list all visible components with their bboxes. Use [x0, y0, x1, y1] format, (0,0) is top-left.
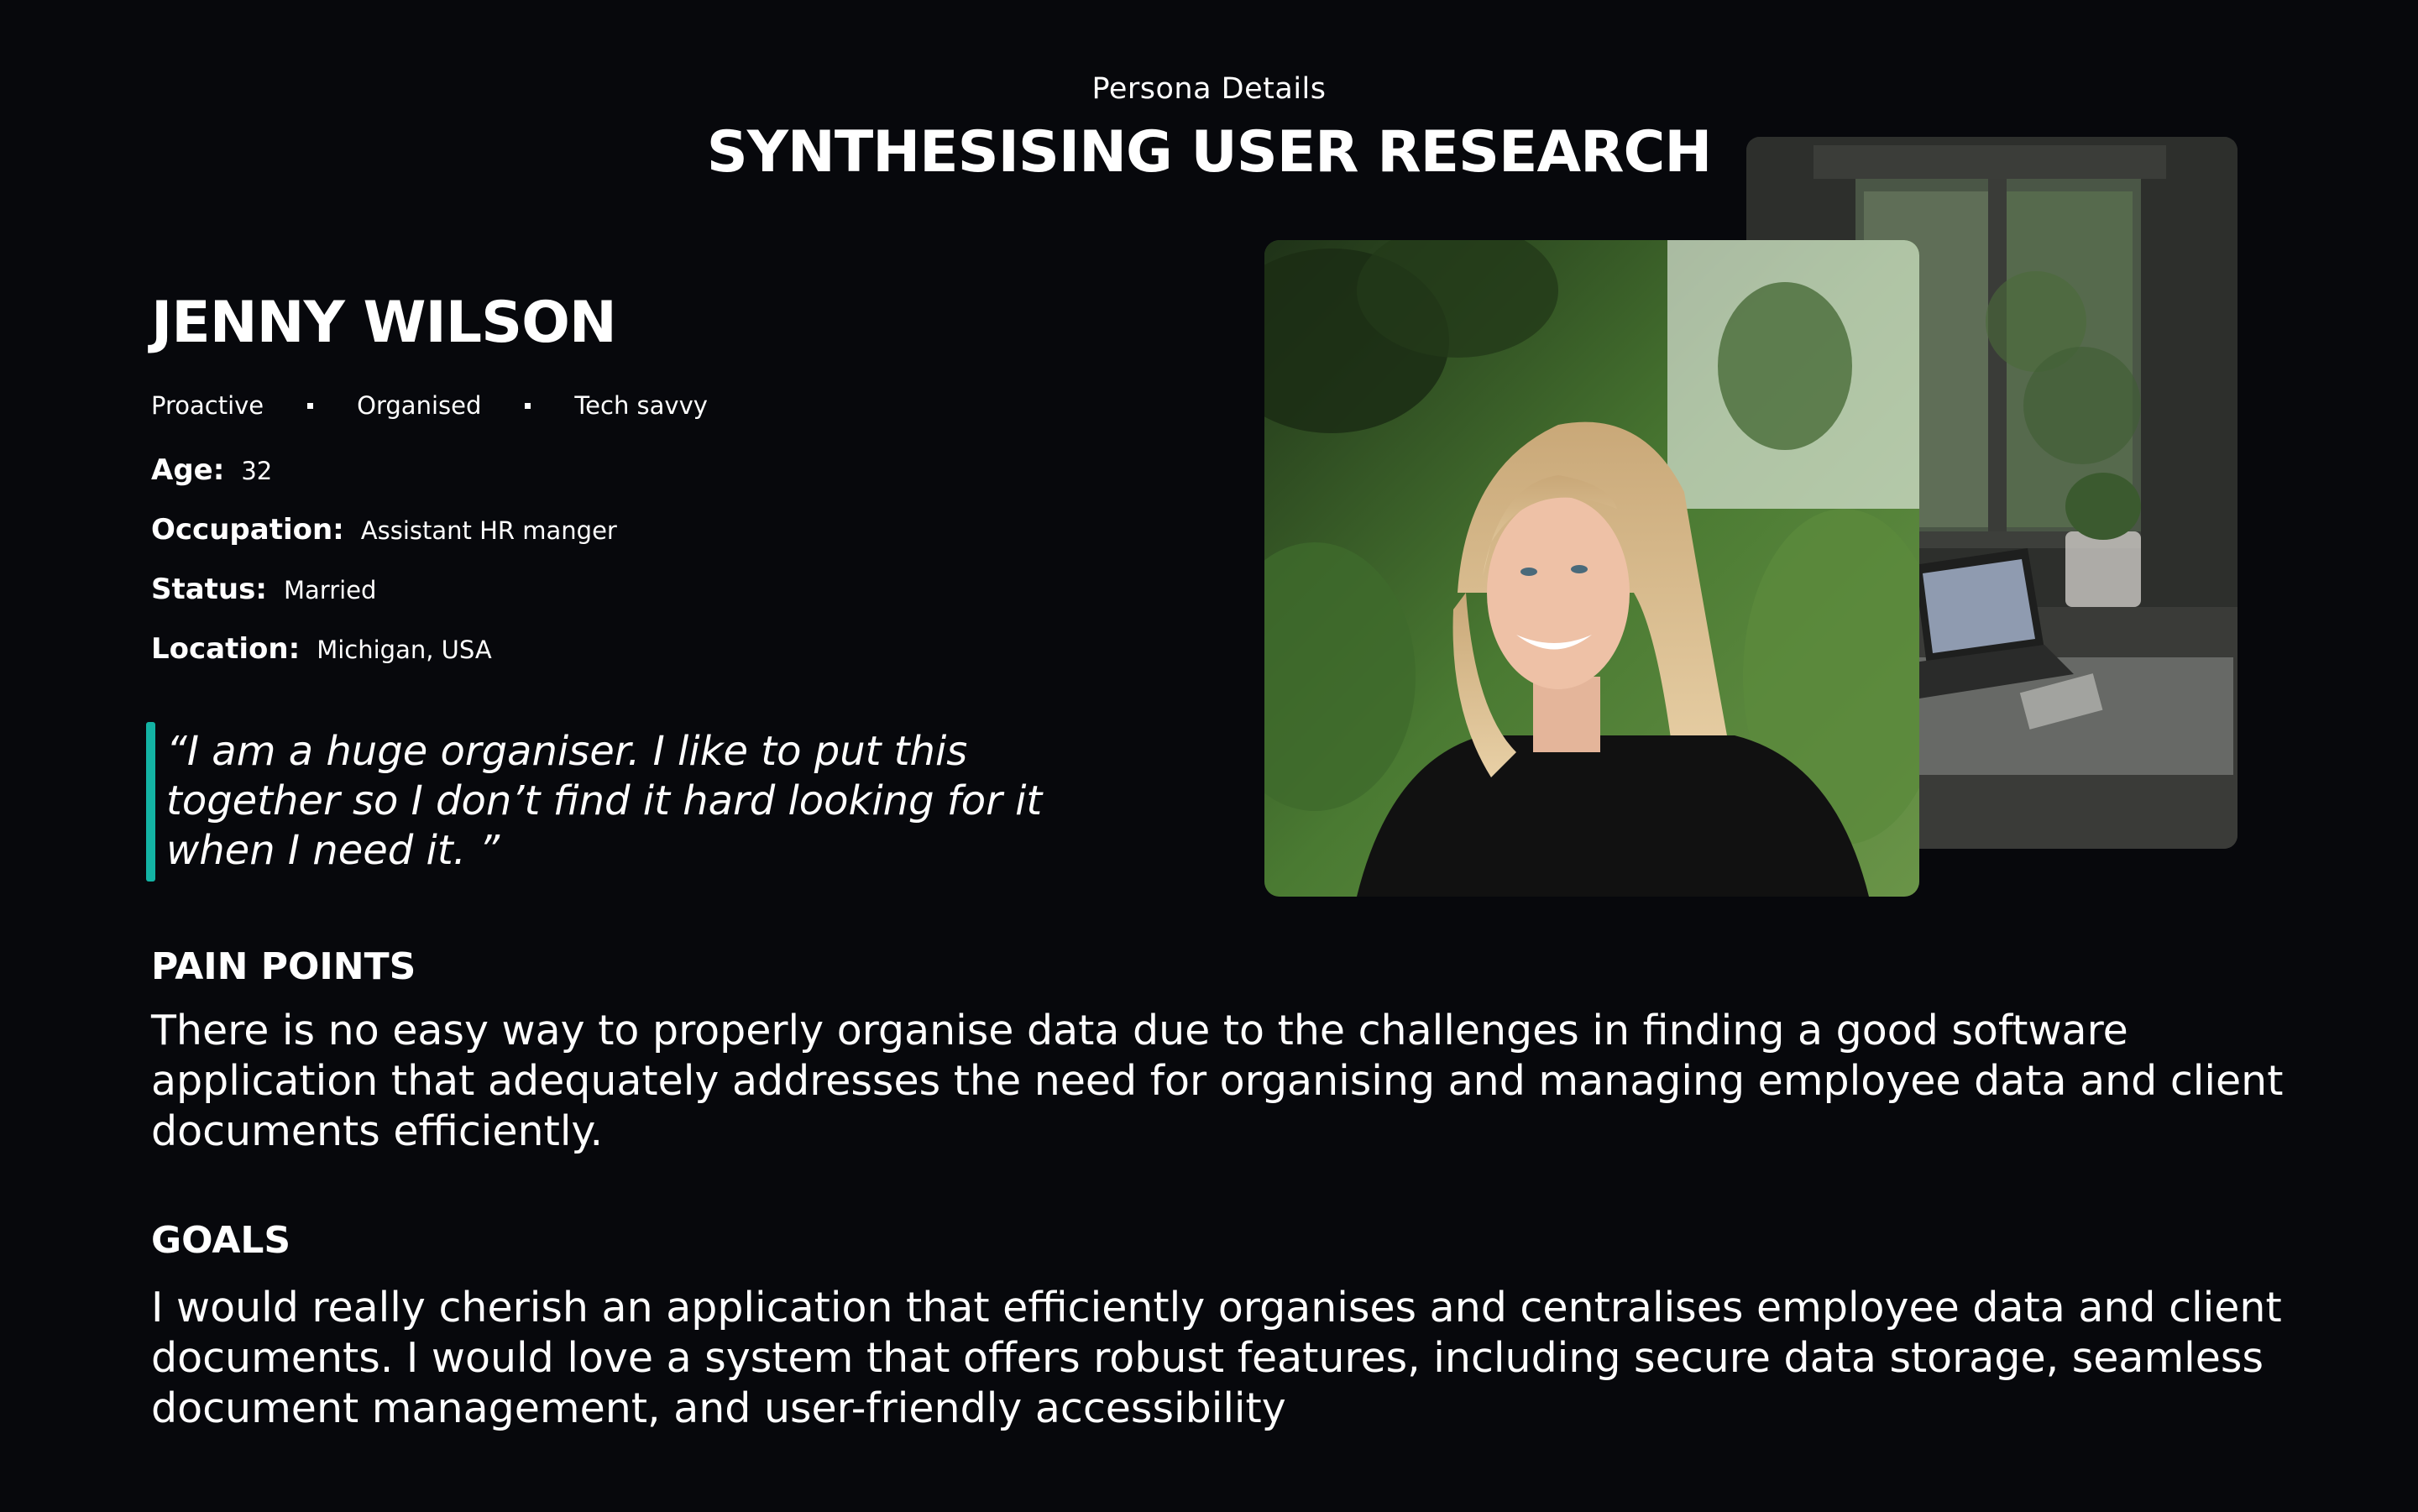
detail-location: Location: Michigan, USA [151, 632, 492, 666]
goals-body: I would really cherish an application th… [151, 1284, 2282, 1432]
persona-portrait-illustration [1264, 240, 1919, 897]
detail-value: Married [283, 576, 377, 604]
trait-organised: Organised [357, 391, 482, 420]
detail-value: Assistant HR manger [360, 516, 617, 545]
detail-age: Age: 32 [151, 453, 272, 487]
bullet-separator [525, 402, 531, 409]
persona-traits: Proactive Organised Tech savvy [151, 391, 708, 420]
detail-value: Michigan, USA [317, 636, 492, 664]
bullet-separator [307, 402, 314, 409]
trait-proactive: Proactive [151, 391, 264, 420]
persona-photo [1264, 240, 1919, 897]
trait-tech-savvy: Tech savvy [574, 391, 708, 420]
detail-label: Occupation: [151, 513, 344, 547]
goals-heading: GOALS [151, 1219, 291, 1262]
pain-points-heading: PAIN POINTS [151, 945, 416, 988]
persona-quote: “I am a huge organiser. I like to put th… [166, 728, 1043, 874]
detail-occupation: Occupation: Assistant HR manger [151, 513, 617, 547]
detail-label: Age: [151, 453, 225, 487]
detail-label: Status: [151, 573, 267, 606]
detail-status: Status: Married [151, 573, 376, 606]
detail-label: Location: [151, 632, 301, 666]
page-eyebrow: Persona Details [1091, 72, 1327, 106]
persona-name: JENNY WILSON [151, 290, 617, 356]
quote-accent-bar [146, 722, 155, 882]
pain-points-body: There is no easy way to properly organis… [151, 1007, 2284, 1155]
detail-value: 32 [241, 457, 273, 485]
